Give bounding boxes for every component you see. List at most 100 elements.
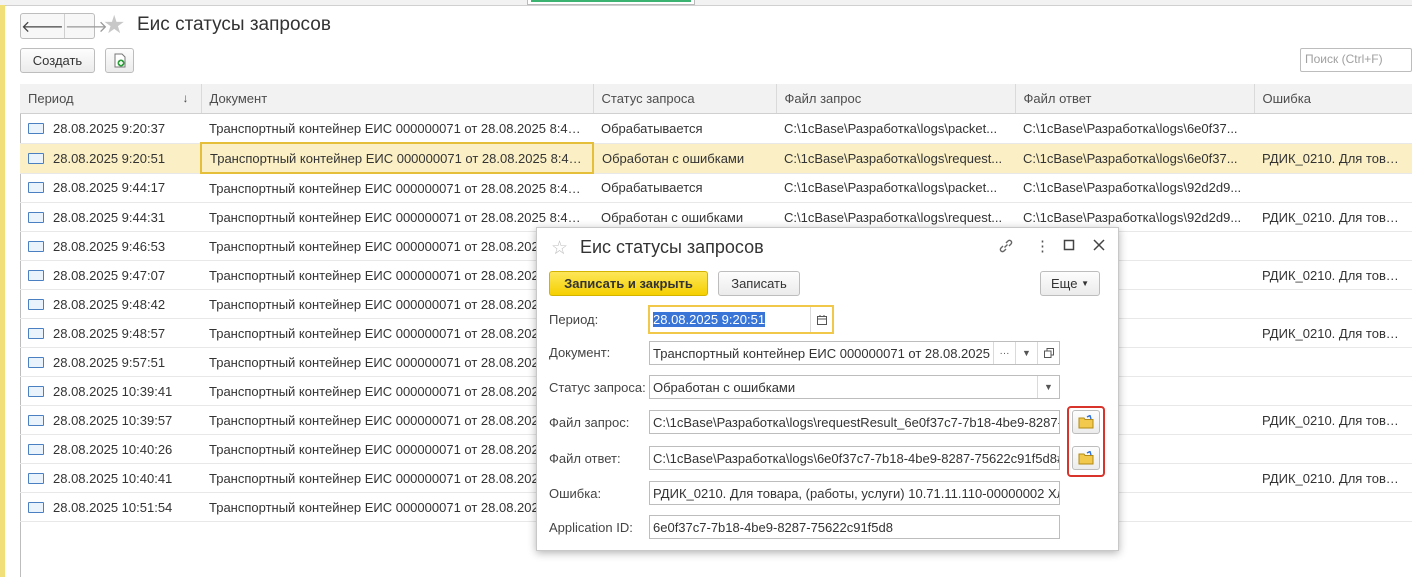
active-tab-marker[interactable] [527,0,695,5]
cell-req[interactable]: C:\1cBase\Разработка\logs\request... [776,143,1015,174]
col-response-file[interactable]: Файл ответ [1015,84,1255,114]
cell-period[interactable]: 28.08.2025 10:39:57 [20,405,201,435]
choose-ellipsis-icon[interactable]: ··· [993,342,1015,364]
open-response-file-button[interactable] [1072,446,1100,470]
cell-doc[interactable]: Транспортный контейнер ЕИС 000000071 от … [201,289,593,319]
cell-period[interactable]: 28.08.2025 10:51:54 [20,492,201,522]
back-arrow-icon[interactable]: 🡐 [21,14,64,38]
cell-req[interactable]: C:\1cBase\Разработка\logs\packet... [776,113,1015,144]
cell-doc[interactable]: Транспортный контейнер ЕИС 000000071 от … [201,492,593,522]
cell-period[interactable]: 28.08.2025 9:46:53 [20,231,201,261]
col-request-file[interactable]: Файл запрос [776,84,1016,114]
cell-period[interactable]: 28.08.2025 9:20:37 [20,113,201,144]
cell-err[interactable] [1254,492,1412,522]
cell-doc[interactable]: Транспортный контейнер ЕИС 000000071 от … [200,142,594,174]
favorite-star-icon[interactable]: ★ [103,12,125,38]
dialog-star-icon[interactable]: ☆ [551,237,568,260]
cell-period[interactable]: 28.08.2025 10:39:41 [20,376,201,406]
col-period[interactable]: Период ↓ [20,84,202,114]
cell-doc[interactable]: Транспортный контейнер ЕИС 000000071 от … [201,376,593,406]
cell-err[interactable] [1254,289,1412,319]
cell-period[interactable]: 28.08.2025 10:40:41 [20,463,201,493]
table-row[interactable]: 28.08.2025 9:20:51 Транспортный контейнер… [20,142,1412,174]
cell-doc[interactable]: Транспортный контейнер ЕИС 000000071 от … [201,318,593,348]
cell-period[interactable]: 28.08.2025 9:57:51 [20,347,201,377]
cell-err[interactable] [1254,347,1412,377]
cell-text: Обрабатывается [601,120,703,136]
cell-status[interactable]: Обработан с ошибками [593,143,776,174]
status-dropdown-icon[interactable]: ▼ [1037,376,1059,398]
cell-err[interactable] [1254,376,1412,406]
cell-err[interactable] [1254,231,1412,261]
error-field[interactable]: РДИК_0210. Для товара, (работы, услуги) … [649,481,1060,505]
dropdown-arrow-icon[interactable]: ▼ [1015,342,1037,364]
cell-doc[interactable]: Транспортный контейнер ЕИС 000000071 от … [201,347,593,377]
cell-err[interactable] [1254,173,1412,203]
col-document[interactable]: Документ [201,84,594,114]
page-title: Еис статусы запросов [137,14,331,35]
forward-arrow-icon[interactable]: 🡒 [63,14,108,38]
table-row[interactable]: 28.08.2025 9:20:37 Транспортный контейнер… [20,113,1412,144]
cell-doc[interactable]: Транспортный контейнер ЕИС 000000071 от … [201,405,593,435]
copy-create-button[interactable] [105,48,134,73]
cell-err[interactable]: РДИК_0210. Для товара, [1254,202,1412,232]
cell-text: РДИК_0210. Для товара, [1262,470,1412,486]
cell-doc[interactable]: Транспортный контейнер ЕИС 000000071 от … [201,231,593,261]
col-error[interactable]: Ошибка [1254,84,1412,114]
cell-status[interactable]: Обрабатывается [593,113,776,144]
cell-err[interactable]: РДИК_0210. Для товара, [1254,318,1412,348]
save-and-close-button[interactable]: Записать и закрыть [549,271,708,296]
cell-period[interactable]: 28.08.2025 9:47:07 [20,260,201,290]
maximize-icon[interactable] [1063,238,1075,255]
nav-buttons: 🡐 🡒 [20,13,108,39]
more-vertical-icon[interactable]: ⋮ [1035,237,1050,255]
cell-resp[interactable]: C:\1cBase\Разработка\logs\6e0f37... [1015,143,1254,174]
document-field[interactable]: Транспортный контейнер ЕИС 000000071 от … [649,341,1060,365]
cell-doc[interactable]: Транспортный контейнер ЕИС 000000071 от … [201,173,593,203]
cell-text: РДИК_0210. Для товара, [1262,325,1412,341]
calendar-icon[interactable] [810,307,832,332]
cell-resp[interactable]: C:\1cBase\Разработка\logs\92d2d9... [1015,173,1254,203]
period-field[interactable]: 28.08.2025 9:20:51 [648,305,834,334]
cell-status[interactable]: Обрабатывается [593,173,776,203]
cell-doc[interactable]: Транспортный контейнер ЕИС 000000071 от … [201,113,593,144]
cell-doc[interactable]: Транспортный контейнер ЕИС 000000071 от … [201,463,593,493]
response-file-field[interactable]: C:\1cBase\Разработка\logs\6e0f37c7-7b18-… [649,446,1060,470]
status-select[interactable]: Обработан с ошибками ▼ [649,375,1060,399]
search-input[interactable]: Поиск (Ctrl+F) [1300,48,1412,72]
cell-period[interactable]: 28.08.2025 9:20:51 [20,143,201,174]
cell-err[interactable]: РДИК_0210. Для товара, [1254,405,1412,435]
cell-period[interactable]: 28.08.2025 9:44:17 [20,173,201,203]
cell-doc[interactable]: Транспортный контейнер ЕИС 000000071 от … [201,202,593,232]
table-row[interactable]: 28.08.2025 9:44:17 Транспортный контейнер… [20,173,1412,203]
cell-period[interactable]: 28.08.2025 9:44:31 [20,202,201,232]
application-id-field[interactable]: 6e0f37c7-7b18-4be9-8287-75622c91f5d8 [649,515,1060,539]
cell-text: Транспортный контейнер ЕИС 000000071 от … [209,120,590,136]
col-status[interactable]: Статус запроса [593,84,777,114]
request-file-field[interactable]: C:\1cBase\Разработка\logs\requestResult_… [649,410,1060,434]
cell-text: 28.08.2025 10:39:41 [53,383,173,399]
open-request-file-button[interactable] [1072,410,1100,434]
close-icon[interactable] [1093,238,1105,255]
more-button[interactable]: Еще ▼ [1040,271,1100,296]
cell-err[interactable]: РДИК_0210. Для товара, [1254,260,1412,290]
cell-period[interactable]: 28.08.2025 9:48:42 [20,289,201,319]
cell-doc[interactable]: Транспортный контейнер ЕИС 000000071 от … [201,434,593,464]
cell-period[interactable]: 28.08.2025 9:48:57 [20,318,201,348]
cell-req[interactable]: C:\1cBase\Разработка\logs\packet... [776,173,1015,203]
link-icon[interactable] [998,238,1014,258]
cell-doc[interactable]: Транспортный контейнер ЕИС 000000071 от … [201,260,593,290]
cell-period[interactable]: 28.08.2025 10:40:26 [20,434,201,464]
record-dialog: ☆ Еис статусы запросов ⋮ Записать и закр… [536,227,1119,551]
cell-err[interactable] [1254,113,1412,144]
cell-resp[interactable]: C:\1cBase\Разработка\logs\6e0f37... [1015,113,1254,144]
cell-err[interactable] [1254,434,1412,464]
cell-err[interactable]: РДИК_0210. Для товара, [1254,463,1412,493]
status-label: Статус запроса: [549,380,646,395]
create-button[interactable]: Создать [20,48,95,73]
cell-text: РДИК_0210. Для товара, [1262,150,1412,166]
cell-text: Транспортный контейнер ЕИС 000000071 от … [209,238,590,254]
open-form-icon[interactable] [1037,342,1059,364]
cell-err[interactable]: РДИК_0210. Для товара, [1254,143,1412,174]
save-button[interactable]: Записать [718,271,800,296]
